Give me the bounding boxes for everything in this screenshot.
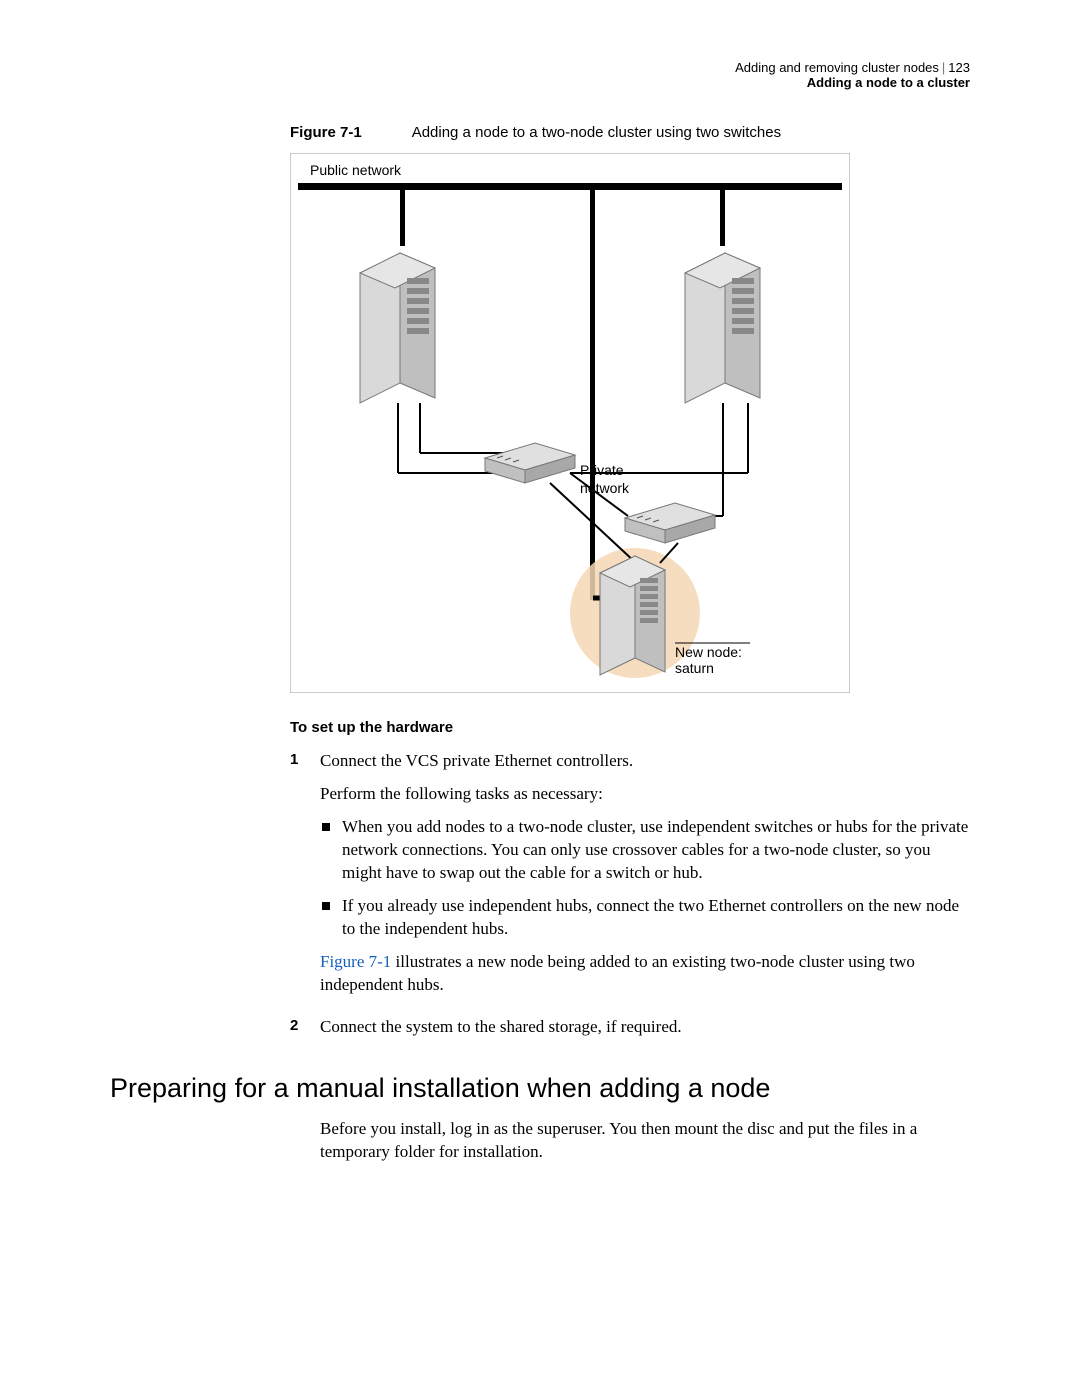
hardware-heading: To set up the hardware bbox=[290, 719, 970, 736]
switch-icon bbox=[625, 503, 715, 543]
new-node-label-1: New node: bbox=[675, 644, 742, 660]
figure-caption: Figure 7-1Adding a node to a two-node cl… bbox=[290, 124, 970, 141]
page-header: Adding and removing cluster nodes|123 Ad… bbox=[110, 60, 970, 90]
figure-title: Adding a node to a two-node cluster usin… bbox=[412, 124, 781, 141]
public-network-label: Public network bbox=[310, 162, 402, 178]
step-subtext: Perform the following tasks as necessary… bbox=[320, 783, 970, 806]
new-node-label-2: saturn bbox=[675, 660, 714, 676]
list-item: 1 Connect the VCS private Ethernet contr… bbox=[290, 750, 970, 1006]
step-after: Figure 7-1 illustrates a new node being … bbox=[320, 951, 970, 997]
step-text: Connect the system to the shared storage… bbox=[320, 1016, 970, 1039]
step-number: 2 bbox=[290, 1016, 320, 1049]
procedure-list: 1 Connect the VCS private Ethernet contr… bbox=[290, 750, 970, 1049]
header-section: Adding a node to a cluster bbox=[110, 75, 970, 90]
cluster-diagram: Public network bbox=[290, 153, 850, 693]
section-heading: Preparing for a manual installation when… bbox=[110, 1073, 970, 1104]
section-body: Before you install, log in as the superu… bbox=[320, 1118, 970, 1164]
header-chapter: Adding and removing cluster nodes bbox=[735, 60, 939, 75]
vertical-bar-icon: | bbox=[939, 60, 948, 75]
bullet-item: When you add nodes to a two-node cluster… bbox=[342, 816, 970, 885]
header-page-number: 123 bbox=[948, 60, 970, 75]
switch-icon bbox=[485, 443, 575, 483]
step-after-text: illustrates a new node being added to an… bbox=[320, 952, 915, 994]
bullet-item: If you already use independent hubs, con… bbox=[342, 895, 970, 941]
figure-label: Figure 7-1 bbox=[290, 124, 412, 141]
private-network-label-2: network bbox=[580, 480, 630, 496]
figure-ref-link[interactable]: Figure 7-1 bbox=[320, 952, 391, 971]
private-network-label-1: Private bbox=[580, 462, 624, 478]
step-text: Connect the VCS private Ethernet control… bbox=[320, 750, 970, 773]
list-item: 2 Connect the system to the shared stora… bbox=[290, 1016, 970, 1049]
step-number: 1 bbox=[290, 750, 320, 1006]
